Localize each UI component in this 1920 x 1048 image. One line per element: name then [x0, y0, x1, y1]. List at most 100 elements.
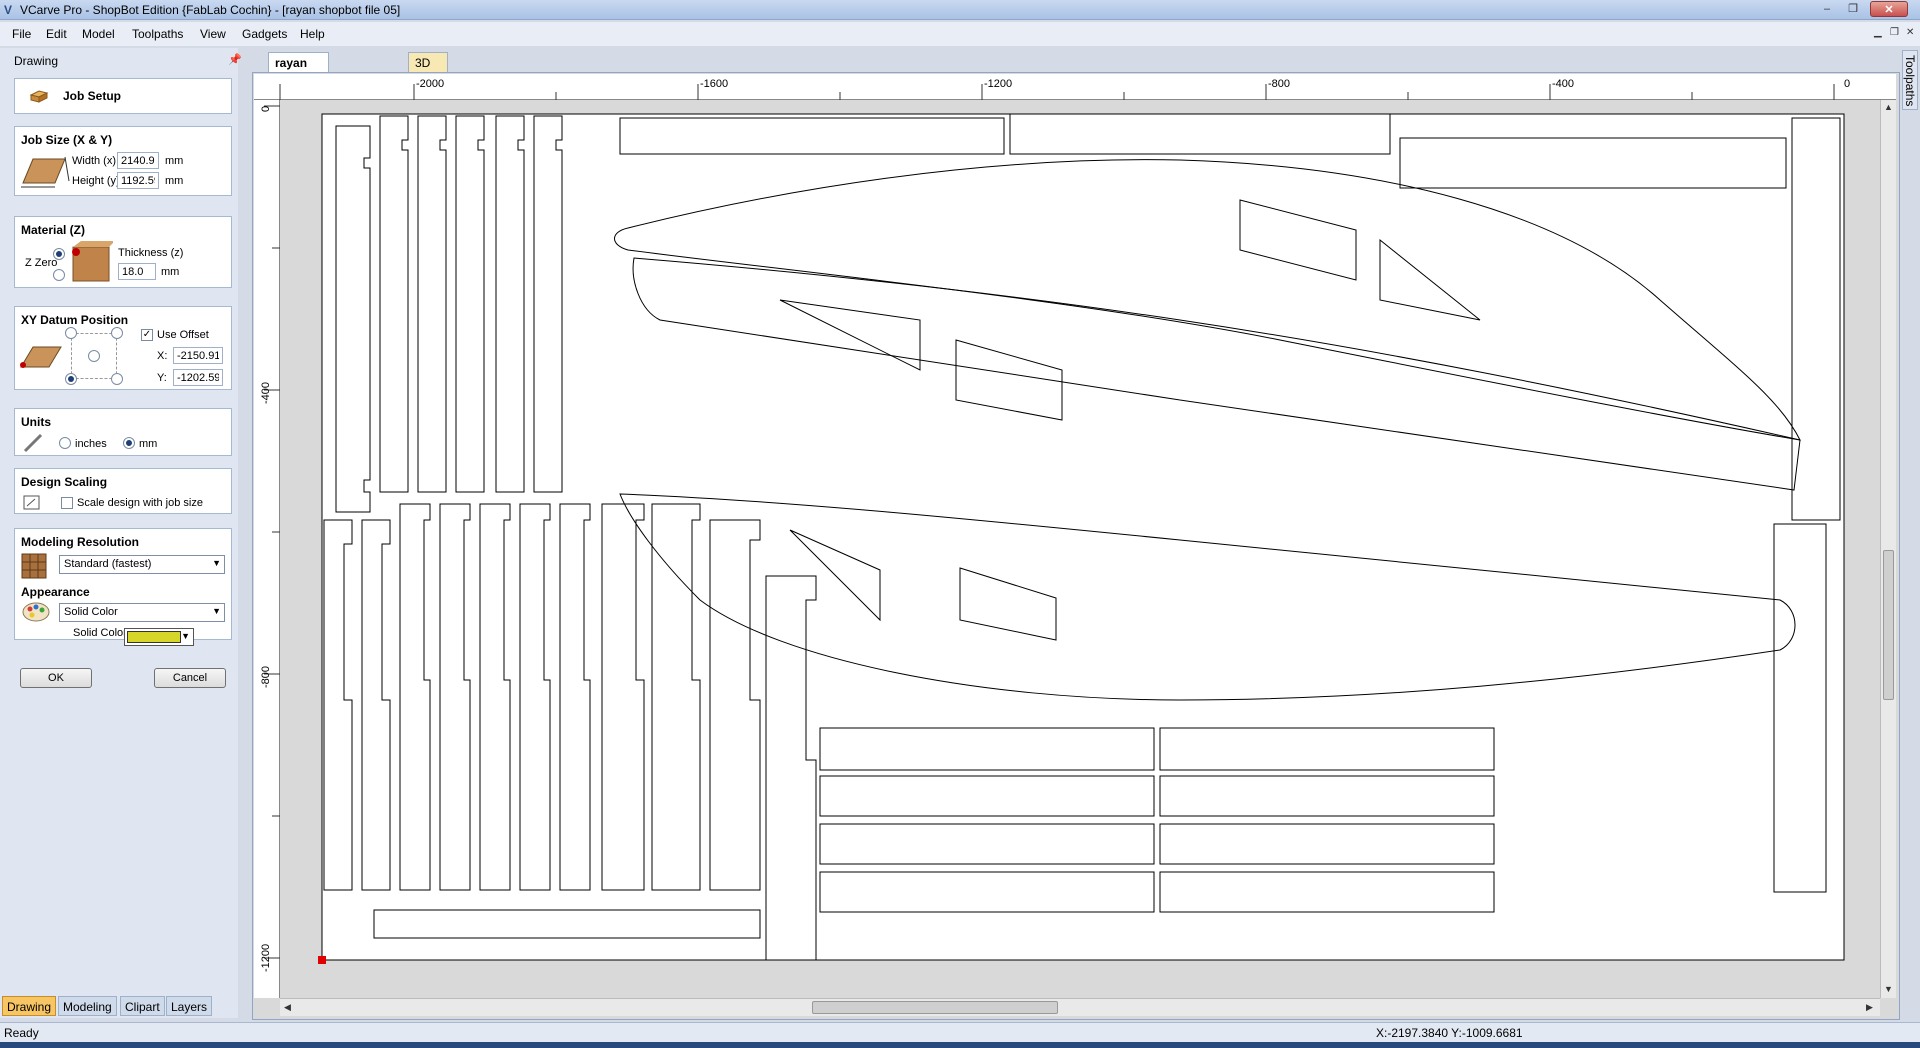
- height-label: Height (y):: [72, 175, 123, 187]
- drawing-canvas[interactable]: [280, 100, 1880, 998]
- resolution-section: Modeling Resolution Standard (fastest) ▼…: [14, 528, 232, 640]
- menu-view[interactable]: View: [200, 27, 226, 41]
- ruler-label-top: -2000: [416, 78, 445, 90]
- toolpaths-tab-label: Toolpaths: [1903, 55, 1917, 107]
- tab-drawing[interactable]: Drawing: [2, 996, 57, 1016]
- scaling-title: Design Scaling: [21, 475, 108, 489]
- cancel-button[interactable]: Cancel: [154, 668, 226, 688]
- menu-help[interactable]: Help: [300, 27, 325, 41]
- maximize-button[interactable]: ❐: [1842, 1, 1864, 17]
- pin-icon[interactable]: 📌: [228, 53, 242, 66]
- ruler-ticks-top: [279, 84, 1835, 100]
- mm-radio[interactable]: [123, 437, 135, 449]
- job-size-icon: [21, 156, 70, 188]
- taskbar: [0, 1042, 1920, 1048]
- panel-tabs: Drawing Modeling Clipart Layers: [0, 996, 238, 1018]
- scroll-left-icon[interactable]: ◀: [284, 1002, 291, 1013]
- datum-tr-radio[interactable]: [111, 327, 123, 339]
- y-offset-label: Y:: [157, 372, 167, 384]
- menu-file[interactable]: File: [12, 27, 31, 41]
- scroll-up-icon[interactable]: ▲: [1884, 102, 1893, 112]
- color-swatch: [127, 631, 181, 643]
- mdi-minimize-icon[interactable]: ▁: [1874, 27, 1882, 38]
- close-button[interactable]: ✕: [1870, 1, 1908, 17]
- thickness-input[interactable]: [118, 263, 156, 280]
- tab-3d-view[interactable]: 3D View: [408, 52, 448, 84]
- ruler-label-top: 0: [1844, 78, 1851, 90]
- tab-modeling[interactable]: Modeling: [58, 996, 117, 1016]
- scale-icon: [23, 495, 40, 510]
- horizontal-scroll-thumb[interactable]: [812, 1001, 1058, 1014]
- job-size-title: Job Size (X & Y): [21, 133, 113, 147]
- cursor-coordinates: X:-2197.3840 Y:-1009.6681: [1376, 1026, 1523, 1040]
- vertical-scrollbar[interactable]: ▲ ▼: [1880, 100, 1896, 998]
- thickness-unit: mm: [161, 266, 180, 278]
- units-section: Units inches mm: [14, 408, 232, 456]
- mdi-close-icon[interactable]: ✕: [1906, 27, 1914, 38]
- datum-bl-radio[interactable]: [65, 373, 77, 385]
- mdi-restore-icon[interactable]: ❐: [1890, 27, 1899, 38]
- datum-br-radio[interactable]: [111, 373, 123, 385]
- drawing-panel: Drawing 📌 Job Setup Job Size (X & Y) Wid…: [0, 48, 242, 1018]
- scroll-right-icon[interactable]: ▶: [1866, 1002, 1873, 1013]
- scroll-down-icon[interactable]: ▼: [1884, 984, 1893, 994]
- units-title: Units: [21, 415, 51, 429]
- zzero-top-radio[interactable]: [53, 248, 65, 260]
- tab-layers[interactable]: Layers: [166, 996, 213, 1016]
- width-input[interactable]: [117, 152, 159, 169]
- chevron-down-icon: ▼: [181, 631, 190, 641]
- ruler-label-left: -1200: [260, 943, 272, 972]
- width-unit: mm: [165, 155, 184, 167]
- minimize-button[interactable]: –: [1816, 1, 1838, 17]
- ruler-label-left: 0: [260, 105, 272, 112]
- menu-toolpaths[interactable]: Toolpaths: [132, 27, 183, 41]
- use-offset-checkbox[interactable]: ✓: [141, 329, 153, 341]
- status-bar: Ready X:-2197.3840 Y:-1009.6681: [0, 1022, 1920, 1042]
- mm-label: mm: [139, 438, 158, 450]
- appearance-value: Solid Color: [64, 606, 118, 618]
- scale-design-checkbox[interactable]: [61, 497, 73, 509]
- vcarve-logo-icon: V: [4, 3, 13, 17]
- x-offset-input[interactable]: [173, 347, 223, 364]
- x-offset-label: X:: [157, 350, 168, 362]
- vertical-scroll-thumb[interactable]: [1883, 550, 1894, 700]
- thickness-label: Thickness (z): [118, 247, 184, 259]
- ruler-label-left: -400: [260, 381, 272, 404]
- resolution-value: Standard (fastest): [64, 558, 152, 570]
- inches-radio[interactable]: [59, 437, 71, 449]
- job-setup-header: Job Setup: [14, 78, 232, 114]
- zzero-label: Z Zero: [25, 257, 58, 269]
- chevron-down-icon: ▼: [212, 558, 221, 568]
- zzero-bottom-radio[interactable]: [53, 269, 65, 281]
- solid-color-picker[interactable]: ▼: [124, 628, 194, 646]
- menu-gadgets[interactable]: Gadgets: [242, 27, 287, 41]
- y-offset-input[interactable]: [173, 369, 223, 386]
- menu-model[interactable]: Model: [82, 27, 115, 41]
- ruler-label-top: -1200: [984, 78, 1013, 90]
- chevron-down-icon: ▼: [212, 606, 221, 616]
- datum-section: XY Datum Position ✓ Use Offset X: Y:: [14, 306, 232, 390]
- height-input[interactable]: [117, 172, 159, 189]
- ruler-label-top: -400: [1552, 78, 1575, 90]
- scale-design-label: Scale design with job size: [77, 497, 203, 509]
- resolution-title: Modeling Resolution: [21, 535, 139, 549]
- menu-edit[interactable]: Edit: [46, 27, 67, 41]
- toolpaths-side-tab[interactable]: Toolpaths: [1902, 50, 1918, 110]
- job-size-section: Job Size (X & Y) Width (x): mm Height (y…: [14, 126, 232, 196]
- ok-button[interactable]: OK: [20, 668, 92, 688]
- solid-color-label: Solid Color:: [73, 627, 130, 639]
- resolution-grid-icon: [21, 553, 47, 579]
- tab-drawing-file[interactable]: rayan shopbot file 05: [268, 52, 330, 98]
- status-text: Ready: [4, 1026, 39, 1040]
- appearance-select[interactable]: Solid Color ▼: [59, 603, 225, 622]
- vertical-ruler: 0 -400 -800 -1200: [254, 100, 280, 998]
- tab-clipart[interactable]: Clipart: [120, 996, 165, 1016]
- ruler-label-top: -800: [1268, 78, 1291, 90]
- resolution-select[interactable]: Standard (fastest) ▼: [59, 555, 225, 574]
- inches-label: inches: [75, 438, 107, 450]
- datum-center-radio[interactable]: [88, 350, 100, 362]
- height-unit: mm: [165, 175, 184, 187]
- datum-tl-radio[interactable]: [65, 327, 77, 339]
- horizontal-scrollbar[interactable]: ◀ ▶: [280, 998, 1880, 1016]
- ruler-label-left: -800: [260, 665, 272, 688]
